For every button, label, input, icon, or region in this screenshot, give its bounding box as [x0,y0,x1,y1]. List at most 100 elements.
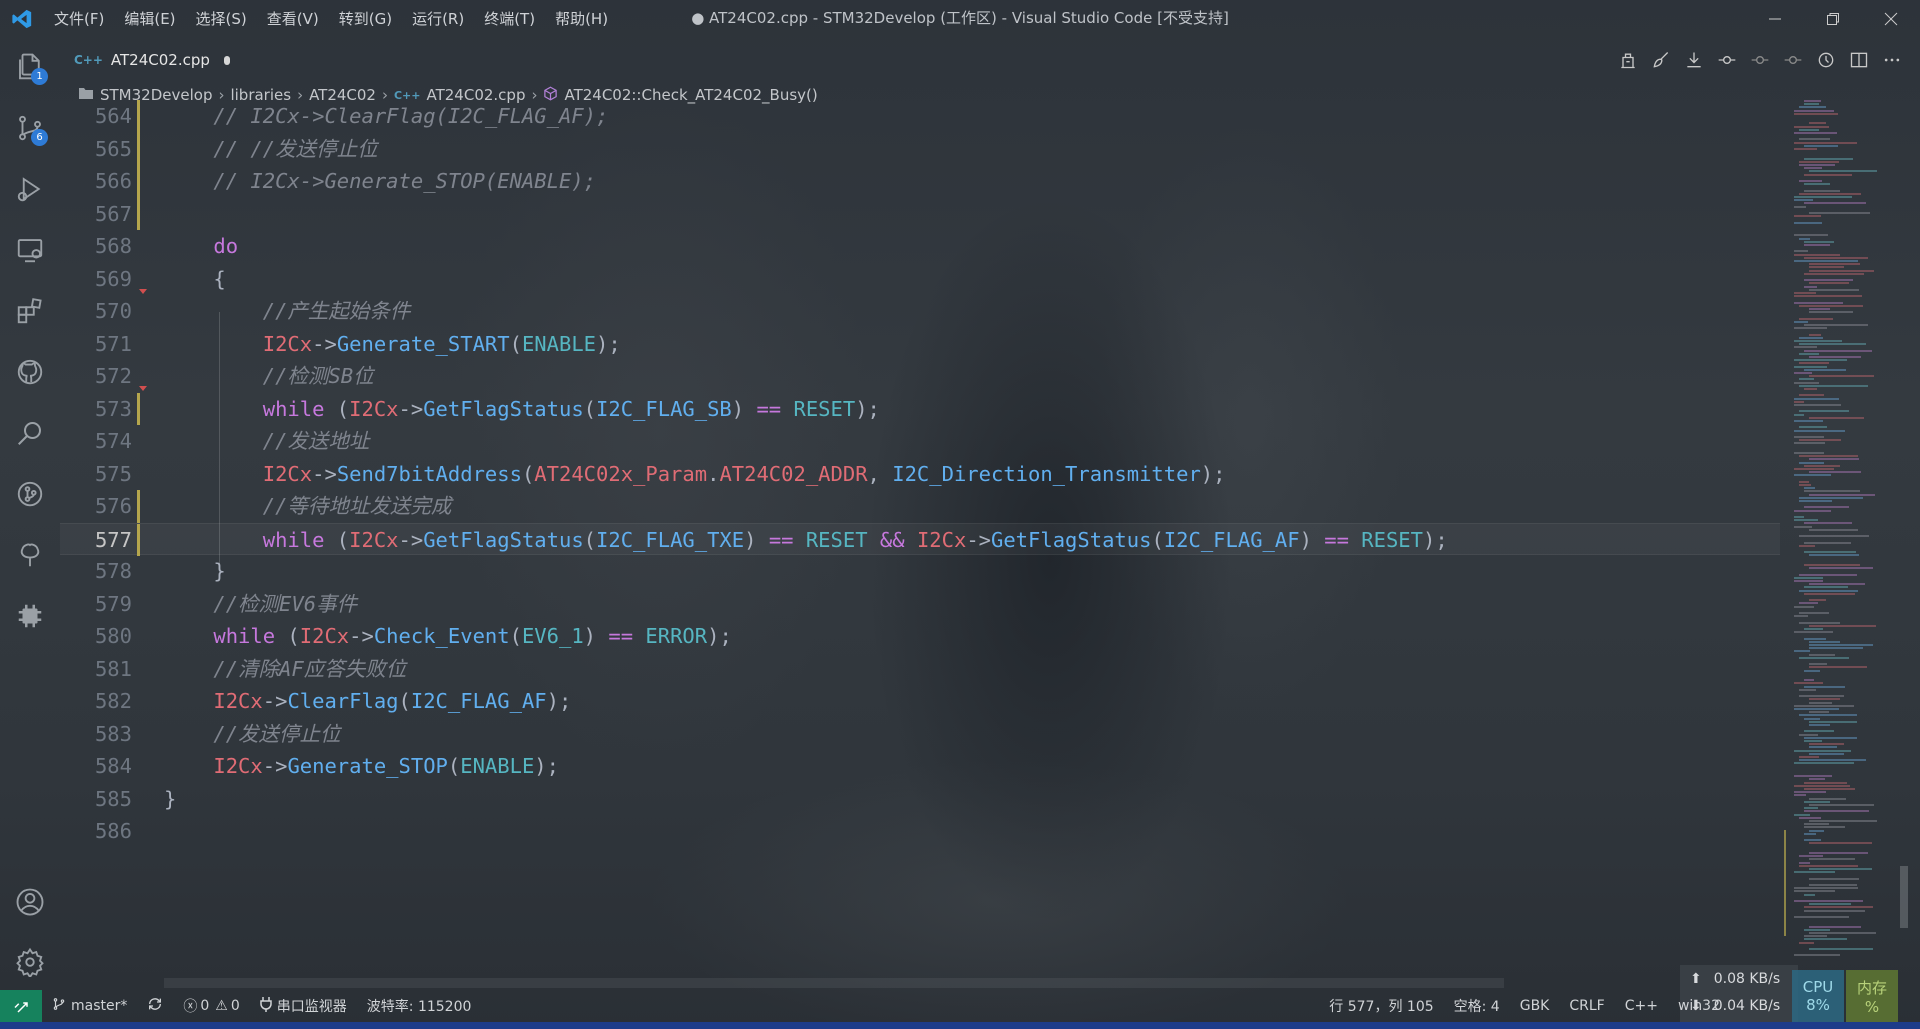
git-deletion-marker-icon[interactable] [139,386,147,391]
minimap-line [1804,564,1860,566]
minimap-line [1794,327,1828,330]
sync-button[interactable] [137,990,173,1022]
remote-explorer-icon[interactable] [0,220,60,280]
unsaved-dot-icon[interactable] [223,55,230,65]
code-line[interactable]: 566 // I2Cx->Generate_STOP(ENABLE); [60,165,1780,198]
horizontal-scrollbar[interactable] [164,978,1504,988]
code-line[interactable]: 573 while (I2Cx->GetFlagStatus(I2C_FLAG_… [60,392,1780,425]
minimap-line [1804,736,1857,739]
code-line[interactable]: 568 do [60,230,1780,263]
platformio-chip-icon[interactable] [0,586,60,646]
clean-broom-icon[interactable] [1646,45,1675,75]
code-line[interactable]: 578 } [60,555,1780,588]
code-line[interactable]: 574 //发送地址 [60,425,1780,458]
platform-status[interactable]: win32 [1668,990,1730,1022]
baud-rate-status[interactable]: 波特率: 115200 [357,990,482,1022]
explorer-icon[interactable]: 1 [0,37,60,97]
code-line[interactable]: 583 //发送停止位 [60,718,1780,751]
minimap-line [1794,320,1808,323]
timeline-icon[interactable] [1811,45,1840,75]
platform: win32 [1677,998,1720,1014]
git-change-marker[interactable] [137,490,140,523]
code-line[interactable]: 585} [60,783,1780,816]
minimize-button[interactable] [1746,0,1804,37]
split-editor-icon[interactable] [1844,45,1873,75]
serial-monitor-button[interactable]: 串口监视器 [250,990,357,1022]
tree-icon[interactable] [0,525,60,585]
code-line[interactable]: 565 // //发送停止位 [60,132,1780,165]
code-editor[interactable]: 564 // I2Cx->ClearFlag(I2C_FLAG_AF); 565 … [60,100,1780,975]
code-token: I2C_FLAG_TXE [596,527,745,552]
settings-gear-icon[interactable] [0,932,60,992]
search-icon[interactable] [0,403,60,463]
minimap-line [1799,352,1819,355]
close-window-button[interactable] [1862,0,1920,37]
menu-item-4[interactable]: 转到(G) [329,8,402,29]
code-line[interactable]: 581 //清除AF应答失败位 [60,653,1780,686]
code-line[interactable]: 570 //产生起始条件 [60,295,1780,328]
git-deletion-marker-icon[interactable] [139,288,147,294]
code-line[interactable]: 579 //检测EV6事件 [60,588,1780,621]
download-flash-icon[interactable] [1679,45,1708,75]
git-change-marker[interactable] [137,197,140,230]
code-line[interactable]: 575 I2Cx->Send7bitAddress(AT24C02x_Param… [60,458,1780,491]
git-change-marker[interactable] [137,392,140,425]
git-previous-icon[interactable] [1745,45,1774,75]
code-line[interactable]: 572 //检测SB位 [60,360,1780,393]
github-icon[interactable] [0,342,60,402]
cursor-position-status[interactable]: 行 577，列 105 [1319,990,1443,1022]
branch-status[interactable]: master* [42,990,137,1022]
minimap-line [1794,749,1851,752]
menu-item-7[interactable]: 帮助(H) [545,8,618,29]
accounts-icon[interactable] [0,872,60,932]
restore-button[interactable] [1804,0,1862,37]
encoding-status[interactable]: GBK [1510,990,1560,1022]
menu-item-3[interactable]: 查看(V) [257,8,329,29]
git-commit-icon[interactable] [1712,45,1741,75]
problems-status[interactable]: ⓧ 0 ⚠ 0 [173,990,249,1022]
code-token: RESET [805,527,868,552]
minimap-line [1794,813,1811,816]
code-line[interactable]: 576 //等待地址发送完成 [60,490,1780,523]
code-line[interactable]: 584 I2Cx->Generate_STOP(ENABLE); [60,750,1780,783]
code-line[interactable]: 571 I2Cx->Generate_START(ENABLE); [60,328,1780,361]
build-icon[interactable] [1613,45,1642,75]
run-debug-icon[interactable] [0,159,60,219]
vertical-scrollbar-thumb[interactable] [1900,866,1908,928]
error-icon: ⓧ [183,999,198,1015]
code-line[interactable]: 582 I2Cx->ClearFlag(I2C_FLAG_AF); [60,685,1780,718]
menu-item-1[interactable]: 编辑(E) [114,8,185,29]
tab-at24c02-cpp[interactable]: C++ AT24C02.cpp [60,37,230,83]
eol-status[interactable]: CRLF [1559,990,1614,1022]
menu-item-2[interactable]: 选择(S) [186,8,257,29]
indentation-status[interactable]: 空格: 4 [1444,990,1510,1022]
line-number: 581 [94,656,132,681]
code-line[interactable]: 567 [60,197,1780,230]
git-change-marker[interactable] [137,165,140,198]
code-line[interactable]: 586 [60,815,1780,848]
menu-item-6[interactable]: 终端(T) [474,8,545,29]
code-line[interactable]: 569 { [60,263,1780,296]
remote-indicator-icon[interactable] [0,990,42,1022]
code-token: //检测SB位 [213,364,374,388]
minimap-line [1804,490,1860,493]
plug-icon [260,996,272,1016]
git-change-marker[interactable] [137,100,140,133]
minimap[interactable] [1786,100,1906,980]
menu-item-0[interactable]: 文件(F) [44,8,114,29]
minimap-line [1794,397,1840,400]
minimap-line [1809,797,1846,800]
git-graph-icon[interactable] [0,464,60,524]
git-change-marker[interactable] [137,523,140,556]
language-mode-status[interactable]: C++ [1615,990,1668,1022]
git-next-icon[interactable] [1778,45,1807,75]
code-line[interactable]: 577 while (I2Cx->GetFlagStatus(I2C_FLAG_… [60,522,1780,556]
source-control-icon[interactable]: 6 [0,98,60,158]
more-actions-icon[interactable] [1877,45,1906,75]
minimap-line [1794,519,1819,522]
extensions-icon[interactable] [0,281,60,341]
menu-item-5[interactable]: 运行(R) [402,8,474,29]
code-line[interactable]: 564 // I2Cx->ClearFlag(I2C_FLAG_AF); [60,100,1780,133]
code-line[interactable]: 580 while (I2Cx->Check_Event(EV6_1) == E… [60,620,1780,653]
git-change-marker[interactable] [137,132,140,165]
